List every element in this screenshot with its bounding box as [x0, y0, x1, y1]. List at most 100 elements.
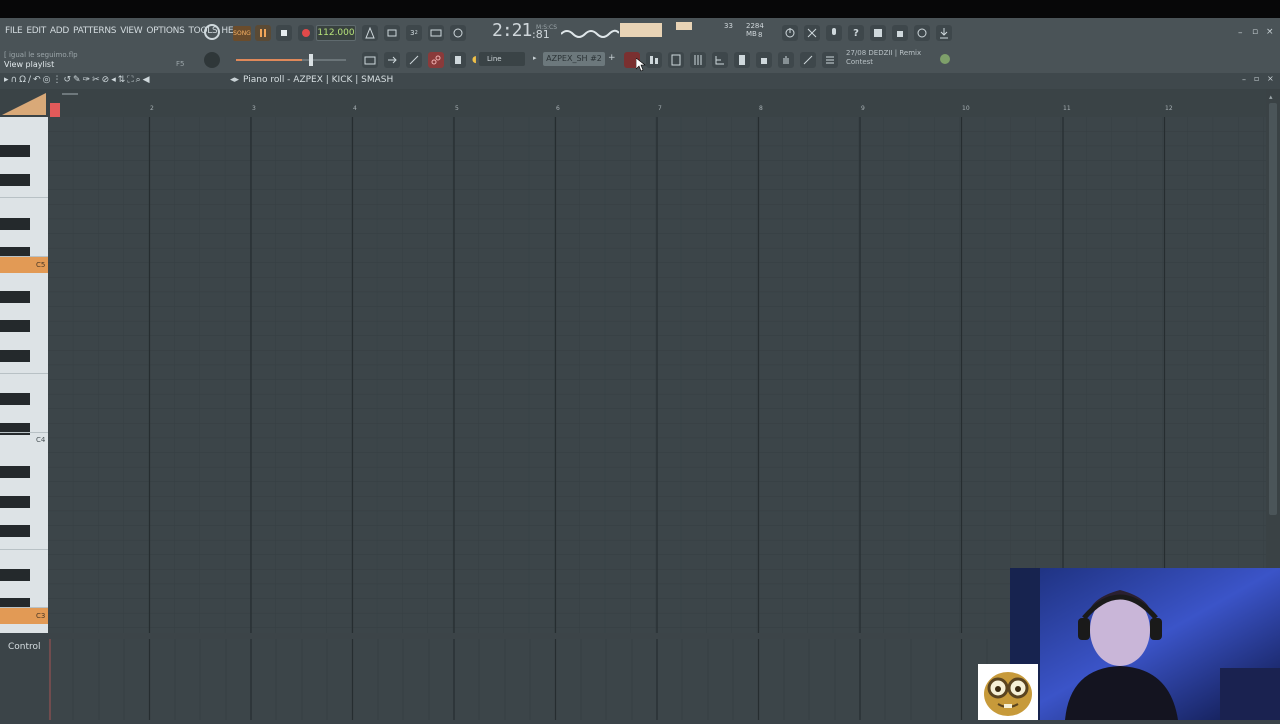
- black-key[interactable]: [0, 145, 30, 157]
- master-pitch-slider-handle[interactable]: [309, 54, 313, 66]
- note-grid[interactable]: [48, 117, 1266, 633]
- control-target-selector[interactable]: Control: [8, 642, 41, 652]
- minimize-window-icon[interactable]: –: [1238, 28, 1243, 38]
- pattern-selector[interactable]: AZPEX_SH #2: [543, 52, 605, 66]
- menu-add[interactable]: ADD: [50, 26, 69, 36]
- play-button[interactable]: [255, 25, 271, 41]
- link-button[interactable]: [428, 52, 444, 68]
- draw-tool-icon[interactable]: ✎: [73, 75, 81, 85]
- emoji-sticker: [978, 664, 1038, 720]
- news-panel[interactable]: 27/08 DEDZII | Remix Contest: [846, 49, 921, 67]
- channel-rack-icon: [650, 56, 658, 64]
- stop-button[interactable]: [276, 25, 292, 41]
- mouse-cursor-icon: [636, 58, 646, 72]
- magnet-icon[interactable]: ∩: [11, 75, 18, 85]
- piano-roll-close-icon[interactable]: ×: [1267, 74, 1274, 83]
- select-tool-icon[interactable]: ⛶: [127, 75, 133, 85]
- add-pattern-icon[interactable]: +: [608, 53, 616, 63]
- browser-button[interactable]: [712, 52, 728, 68]
- black-key[interactable]: [0, 320, 30, 332]
- download-button[interactable]: [936, 25, 952, 41]
- menu-patterns[interactable]: PATTERNS: [73, 26, 116, 36]
- chat-button[interactable]: [914, 25, 930, 41]
- black-key[interactable]: [0, 569, 30, 581]
- piano-roll-minimize-icon[interactable]: –: [1242, 75, 1246, 84]
- save-button[interactable]: [870, 25, 886, 41]
- slice-tool-icon[interactable]: ⇅: [118, 75, 126, 85]
- menu-options[interactable]: OPTIONS: [146, 26, 184, 36]
- black-key[interactable]: [0, 218, 30, 230]
- stamp-tool-button[interactable]: [450, 52, 466, 68]
- piano-roll-restore-icon[interactable]: ▫: [1254, 74, 1259, 83]
- black-key[interactable]: [0, 350, 30, 362]
- black-key[interactable]: [0, 291, 30, 303]
- plugin-picker-button[interactable]: [892, 25, 908, 41]
- close-window-icon[interactable]: ×: [1266, 27, 1274, 37]
- piano-roll-menu-arrow-icon[interactable]: ◂▸: [230, 75, 239, 85]
- arrow-tool-button[interactable]: [384, 52, 400, 68]
- step-edit-button[interactable]: [428, 25, 444, 41]
- bar-number: 6: [556, 105, 560, 112]
- key-c3[interactable]: C3: [0, 608, 48, 624]
- piano-keyboard[interactable]: [0, 117, 48, 633]
- pattern-prev-arrow-icon[interactable]: ▸: [533, 54, 537, 62]
- tempo-display[interactable]: 112.000: [316, 25, 356, 41]
- microphone-button[interactable]: [826, 25, 842, 41]
- loop-record-button[interactable]: [450, 25, 466, 41]
- master-volume-knob-icon[interactable]: [204, 24, 220, 40]
- options-arrow-icon[interactable]: ▸: [4, 75, 9, 85]
- countdown-button[interactable]: 32: [406, 25, 422, 41]
- timeline-scroll-handle[interactable]: [62, 93, 78, 95]
- snap-icon[interactable]: Ω: [19, 75, 26, 85]
- black-key[interactable]: [0, 496, 30, 508]
- touch-controller-button[interactable]: [778, 52, 794, 68]
- key-c5[interactable]: C5: [0, 257, 48, 273]
- playhead-marker[interactable]: [50, 103, 60, 117]
- black-key[interactable]: [0, 525, 30, 537]
- black-key[interactable]: [0, 423, 30, 435]
- draw-tool-button[interactable]: [406, 52, 422, 68]
- playback-tool-icon[interactable]: ◀: [143, 75, 150, 85]
- cut-button[interactable]: [804, 25, 820, 41]
- mixer-button[interactable]: [668, 52, 684, 68]
- slip-tool-icon[interactable]: ◂: [111, 75, 116, 85]
- slice-icon[interactable]: ↺: [63, 75, 71, 85]
- black-key[interactable]: [0, 393, 30, 405]
- song-mode-button[interactable]: SONG: [233, 26, 251, 41]
- online-status-icon[interactable]: [940, 54, 950, 64]
- delete-tool-icon[interactable]: ✂: [92, 75, 100, 85]
- mute-tool-icon[interactable]: ⊘: [102, 75, 110, 85]
- menu-file[interactable]: FILE: [5, 26, 23, 36]
- paint-tool-icon[interactable]: ✑: [83, 75, 91, 85]
- master-pitch-slider[interactable]: [236, 59, 346, 61]
- plugin-database-button[interactable]: [756, 52, 772, 68]
- piano-roll-button[interactable]: [362, 52, 378, 68]
- playback-icon[interactable]: ◎: [43, 75, 51, 85]
- zoom-corner[interactable]: [2, 93, 46, 115]
- midi-button[interactable]: [800, 52, 816, 68]
- metronome-button[interactable]: [362, 25, 378, 41]
- scrollbar-thumb[interactable]: [1269, 103, 1277, 515]
- timeline-ruler[interactable]: [48, 89, 1266, 117]
- stamp-icon: [455, 56, 461, 64]
- channel-rack-button[interactable]: [646, 52, 662, 68]
- help-button[interactable]: ?: [848, 25, 864, 41]
- channel-settings-button[interactable]: [690, 52, 706, 68]
- project-picker-button[interactable]: [734, 52, 750, 68]
- menu-view[interactable]: VIEW: [120, 26, 143, 36]
- scroll-up-arrow-icon[interactable]: ▴: [1269, 93, 1273, 101]
- zoom-tool-icon[interactable]: ⌕: [136, 75, 141, 85]
- cpu-settings-button[interactable]: [782, 25, 798, 41]
- pencil-icon[interactable]: ∕: [28, 75, 31, 85]
- black-key[interactable]: [0, 466, 30, 478]
- news-button[interactable]: [822, 52, 838, 68]
- snap-selector[interactable]: Line: [479, 52, 525, 66]
- restore-window-icon[interactable]: ▫: [1252, 27, 1258, 37]
- undo-icon[interactable]: ↶: [33, 75, 41, 85]
- stamp-icon[interactable]: ⋮: [52, 75, 61, 85]
- menu-edit[interactable]: EDIT: [26, 26, 46, 36]
- wait-input-button[interactable]: [384, 25, 400, 41]
- record-button[interactable]: [298, 25, 314, 41]
- black-key[interactable]: [0, 174, 30, 186]
- main-pitch-knob-icon[interactable]: [204, 52, 220, 68]
